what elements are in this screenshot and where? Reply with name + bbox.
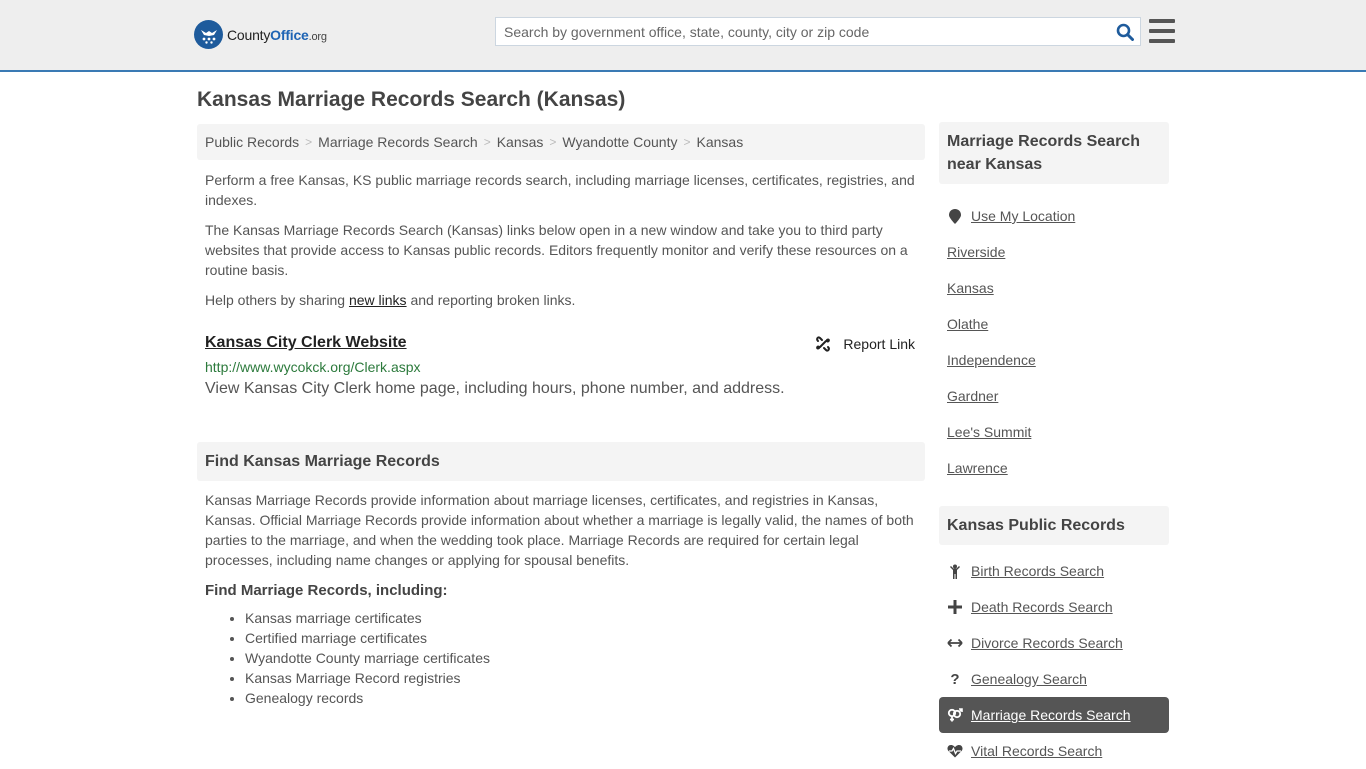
nearby-link-independence[interactable]: Independence — [947, 352, 1036, 368]
resource-title-link[interactable]: Kansas City Clerk Website — [205, 334, 407, 352]
report-link-button[interactable]: Report Link — [815, 336, 915, 352]
heartbeat-icon — [947, 743, 963, 759]
breadcrumb-marriage-records-search[interactable]: Marriage Records Search — [318, 134, 478, 150]
list-item: Wyandotte County marriage certificates — [245, 648, 917, 668]
list-item: Genealogy records — [245, 688, 917, 708]
nearby-item: Olathe — [939, 306, 1169, 342]
child-icon — [947, 563, 963, 579]
breadcrumb-separator: > — [683, 135, 691, 149]
new-links-link[interactable]: new links — [349, 292, 407, 308]
genealogy-search-link[interactable]: Genealogy Search — [971, 671, 1087, 687]
report-link-label: Report Link — [843, 336, 915, 352]
menu-bar — [1149, 29, 1175, 33]
nearby-link-gardner[interactable]: Gardner — [947, 388, 998, 404]
resource-item: Kansas City Clerk Website Report Link ht… — [197, 330, 925, 398]
records-item-vital: Vital Records Search — [939, 733, 1169, 769]
find-records-subheading: Find Marriage Records, including: — [205, 582, 448, 599]
search-input[interactable] — [496, 18, 1110, 45]
death-records-link[interactable]: Death Records Search — [971, 599, 1113, 615]
intro-paragraph-3: Help others by sharing new links and rep… — [205, 290, 917, 310]
intro-paragraph-1: Perform a free Kansas, KS public marriag… — [205, 172, 915, 208]
cross-icon — [947, 599, 963, 615]
logo-tld: .org — [308, 30, 327, 43]
sidebar: Marriage Records Search near Kansas Use … — [939, 122, 1169, 769]
hamburger-menu-icon[interactable] — [1149, 19, 1175, 43]
logo-county: County — [227, 26, 271, 43]
resource-description: View Kansas City Clerk home page, includ… — [205, 380, 785, 397]
find-records-list: Kansas marriage certificates Certified m… — [205, 608, 917, 708]
search-icon — [1116, 23, 1134, 41]
intro-text: Perform a free Kansas, KS public marriag… — [197, 170, 925, 310]
map-marker-icon — [947, 208, 963, 224]
logo-office: Office — [270, 26, 309, 43]
intro-text-before: Help others by sharing — [205, 292, 349, 308]
nearby-link-lawrence[interactable]: Lawrence — [947, 460, 1008, 476]
nearby-link-kansas[interactable]: Kansas — [947, 280, 994, 296]
records-item-marriage: Marriage Records Search — [939, 697, 1169, 733]
find-records-heading: Find Kansas Marriage Records — [197, 442, 925, 481]
nearby-link-lees-summit[interactable]: Lee's Summit — [947, 424, 1031, 440]
breadcrumb-separator: > — [483, 135, 491, 149]
nearby-item: Kansas — [939, 270, 1169, 306]
nearby-item: Gardner — [939, 378, 1169, 414]
nearby-link-olathe[interactable]: Olathe — [947, 316, 988, 332]
nearby-list: Use My Location Riverside Kansas Olathe … — [939, 198, 1169, 486]
intro-paragraph-2: The Kansas Marriage Records Search (Kans… — [205, 222, 908, 278]
broken-link-icon — [816, 336, 831, 352]
main-content: Public Records > Marriage Records Search… — [197, 124, 925, 708]
breadcrumb-kansas-city[interactable]: Kansas — [697, 134, 744, 150]
breadcrumb-separator: > — [305, 135, 313, 149]
page-title: Kansas Marriage Records Search (Kansas) — [197, 88, 626, 111]
list-item: Kansas Marriage Record registries — [245, 668, 917, 688]
nearby-item: Lawrence — [939, 450, 1169, 486]
list-item: Kansas marriage certificates — [245, 608, 917, 628]
use-my-location-link[interactable]: Use My Location — [971, 208, 1075, 224]
search-box — [495, 17, 1141, 46]
public-records-list: Birth Records Search Death Records Searc… — [939, 553, 1169, 769]
nearby-item: Independence — [939, 342, 1169, 378]
site-logo[interactable]: CountyOffice.org — [194, 20, 327, 49]
venus-mars-icon — [947, 707, 963, 723]
use-location-item: Use My Location — [939, 198, 1169, 234]
records-item-birth: Birth Records Search — [939, 553, 1169, 589]
menu-bar — [1149, 19, 1175, 23]
nearby-heading: Marriage Records Search near Kansas — [939, 122, 1169, 184]
intro-text-after: and reporting broken links. — [406, 292, 576, 308]
nearby-link-riverside[interactable]: Riverside — [947, 244, 1005, 260]
records-item-death: Death Records Search — [939, 589, 1169, 625]
breadcrumb-wyandotte-county[interactable]: Wyandotte County — [562, 134, 677, 150]
list-item: Certified marriage certificates — [245, 628, 917, 648]
vital-records-link[interactable]: Vital Records Search — [971, 743, 1102, 759]
logo-wordmark: CountyOffice.org — [227, 27, 327, 43]
records-item-genealogy: ? Genealogy Search — [939, 661, 1169, 697]
birth-records-link[interactable]: Birth Records Search — [971, 563, 1104, 579]
arrows-horizontal-icon — [947, 635, 963, 651]
find-records-section: Kansas Marriage Records provide informat… — [197, 490, 925, 708]
records-item-divorce: Divorce Records Search — [939, 625, 1169, 661]
question-icon: ? — [950, 670, 960, 688]
breadcrumb-separator: > — [549, 135, 557, 149]
nearby-item: Riverside — [939, 234, 1169, 270]
breadcrumb-kansas-state[interactable]: Kansas — [497, 134, 544, 150]
marriage-records-link[interactable]: Marriage Records Search — [971, 707, 1131, 723]
breadcrumb: Public Records > Marriage Records Search… — [197, 124, 925, 160]
search-button[interactable] — [1110, 18, 1140, 45]
site-header: CountyOffice.org — [0, 0, 1366, 72]
nearby-item: Lee's Summit — [939, 414, 1169, 450]
resource-url[interactable]: http://www.wycokck.org/Clerk.aspx — [205, 359, 917, 375]
public-records-heading: Kansas Public Records — [939, 506, 1169, 545]
menu-bar — [1149, 39, 1175, 43]
eagle-seal-icon — [194, 20, 223, 49]
breadcrumb-public-records[interactable]: Public Records — [205, 134, 299, 150]
divorce-records-link[interactable]: Divorce Records Search — [971, 635, 1123, 651]
find-records-paragraph: Kansas Marriage Records provide informat… — [205, 492, 914, 568]
